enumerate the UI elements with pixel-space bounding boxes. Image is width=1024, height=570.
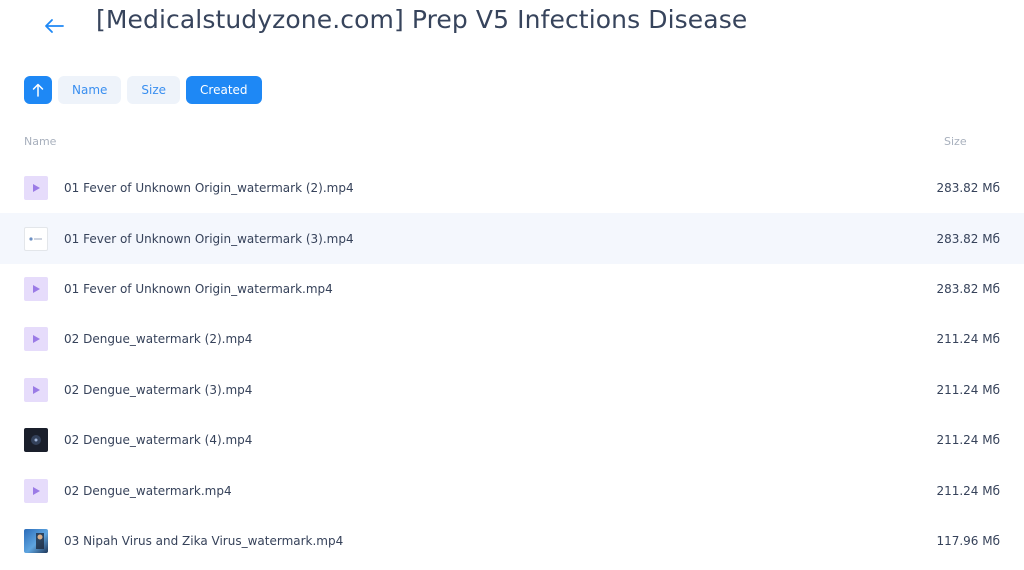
file-name: 01 Fever of Unknown Origin_watermark.mp4 xyxy=(64,281,333,296)
sort-toolbar: Name Size Created xyxy=(24,76,262,104)
file-row[interactable]: 01 Fever of Unknown Origin_watermark.mp4… xyxy=(0,264,1024,314)
video-thumbnail xyxy=(24,226,48,251)
video-file-icon xyxy=(24,377,48,402)
file-name: 01 Fever of Unknown Origin_watermark (3)… xyxy=(64,231,354,246)
file-name: 03 Nipah Virus and Zika Virus_watermark.… xyxy=(64,533,344,548)
file-row[interactable]: 02 Dengue_watermark.mp4 211.24 Мб xyxy=(0,465,1024,515)
video-file-icon xyxy=(24,478,48,503)
video-thumbnail xyxy=(24,528,48,553)
file-size: 283.82 Мб xyxy=(936,281,1000,296)
back-button[interactable] xyxy=(38,10,70,42)
file-row[interactable]: 02 Dengue_watermark (2).mp4 211.24 Мб xyxy=(0,314,1024,364)
column-header-size[interactable]: Size xyxy=(944,135,967,148)
play-icon xyxy=(33,385,40,394)
header: [Medicalstudyzone.com] Prep V5 Infection… xyxy=(0,0,1024,50)
file-name: 02 Dengue_watermark (3).mp4 xyxy=(64,382,253,397)
file-name: 02 Dengue_watermark.mp4 xyxy=(64,483,232,498)
file-name: 02 Dengue_watermark (2).mp4 xyxy=(64,332,253,347)
file-name: 01 Fever of Unknown Origin_watermark (2)… xyxy=(64,181,354,196)
file-size: 211.24 Мб xyxy=(936,483,1000,498)
file-row[interactable]: 01 Fever of Unknown Origin_watermark (3)… xyxy=(0,213,1024,264)
video-thumbnail xyxy=(24,428,48,453)
video-file-icon xyxy=(24,276,48,301)
sort-by-created-button[interactable]: Created xyxy=(186,76,262,104)
file-size: 283.82 Мб xyxy=(936,231,1000,246)
file-size: 283.82 Мб xyxy=(936,181,1000,196)
arrow-left-icon xyxy=(45,19,64,33)
play-icon xyxy=(33,184,40,193)
column-header-name[interactable]: Name xyxy=(24,135,56,148)
play-icon xyxy=(33,335,40,344)
file-row[interactable]: 01 Fever of Unknown Origin_watermark (2)… xyxy=(0,163,1024,213)
file-size: 117.96 Мб xyxy=(936,533,1000,548)
file-size: 211.24 Мб xyxy=(936,382,1000,397)
page-title: [Medicalstudyzone.com] Prep V5 Infection… xyxy=(96,5,748,34)
video-file-icon xyxy=(24,176,48,201)
file-list: 01 Fever of Unknown Origin_watermark (2)… xyxy=(0,163,1024,566)
arrow-up-icon xyxy=(32,83,44,97)
play-icon xyxy=(33,486,40,495)
sort-direction-button[interactable] xyxy=(24,76,52,104)
file-row[interactable]: 03 Nipah Virus and Zika Virus_watermark.… xyxy=(0,516,1024,566)
sort-by-name-button[interactable]: Name xyxy=(58,76,122,104)
video-file-icon xyxy=(24,327,48,352)
play-icon xyxy=(33,284,40,293)
file-row[interactable]: 02 Dengue_watermark (4).mp4 211.24 Мб xyxy=(0,415,1024,465)
sort-by-size-button[interactable]: Size xyxy=(127,76,181,104)
file-size: 211.24 Мб xyxy=(936,433,1000,448)
file-row[interactable]: 02 Dengue_watermark (3).mp4 211.24 Мб xyxy=(0,365,1024,415)
file-size: 211.24 Мб xyxy=(936,332,1000,347)
file-name: 02 Dengue_watermark (4).mp4 xyxy=(64,433,253,448)
